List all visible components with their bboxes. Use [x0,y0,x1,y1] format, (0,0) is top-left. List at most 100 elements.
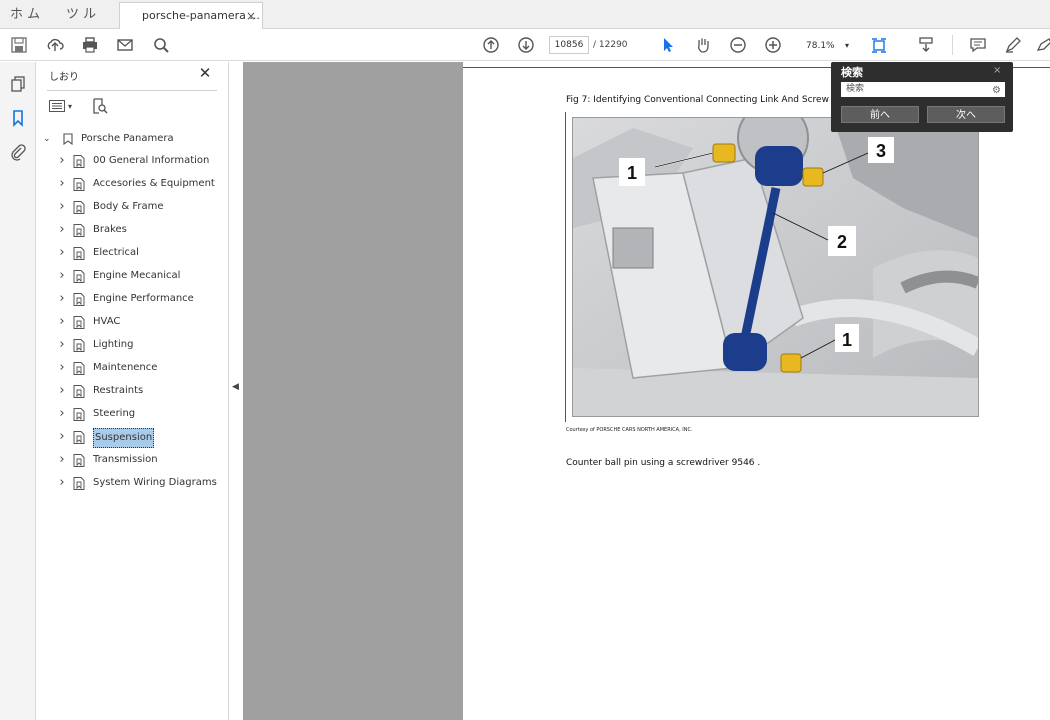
find-previous-button[interactable]: 前へ [841,106,919,123]
page-thumbnails-icon[interactable] [8,74,28,94]
bookmark-item[interactable]: › Steering [57,404,223,424]
find-next-button[interactable]: 次へ [927,106,1005,123]
bookmark-page-icon [73,201,85,214]
chevron-down-icon: ▾ [68,101,73,111]
chevron-right-icon[interactable]: › [57,404,67,424]
bookmark-item[interactable]: › HVAC [57,312,223,332]
bookmark-label: Engine Performance [93,293,194,304]
bookmark-page-icon [73,408,85,421]
page-fit-icon[interactable] [868,34,890,56]
close-icon[interactable]: ✕ [197,64,213,82]
find-input[interactable]: 検索 ⚙ [841,82,1005,97]
tab-tools[interactable]: ツ ル [66,0,96,29]
bookmark-item[interactable]: › Body & Frame [57,197,223,217]
chevron-right-icon[interactable]: › [57,197,67,217]
upload-cloud-icon[interactable] [44,34,66,56]
bookmark-page-icon [73,431,85,444]
bookmark-root-label: Porsche Panamera [81,133,174,144]
print-icon[interactable] [79,34,101,56]
chevron-right-icon[interactable]: › [57,335,67,355]
save-icon[interactable] [8,34,30,56]
gear-icon[interactable]: ⚙ [992,83,1001,98]
bookmark-label: Body & Frame [93,201,164,212]
bookmark-label: Lighting [93,339,134,350]
bookmark-page-icon [73,270,85,283]
collapse-left-icon[interactable]: ◀ [232,382,239,392]
find-bookmark-icon[interactable] [91,97,109,115]
bookmark-icon [63,133,73,145]
chevron-right-icon[interactable]: › [57,266,67,286]
chevron-right-icon[interactable]: › [57,427,67,447]
bookmark-item[interactable]: › Maintenence [57,358,223,378]
bookmark-item[interactable]: › Brakes [57,220,223,240]
find-popup: 検索 × 検索 ⚙ 前へ 次へ [831,62,1013,132]
bookmark-page-icon [73,178,85,191]
bookmark-item[interactable]: › Suspension [57,427,223,448]
bookmark-item[interactable]: › Lighting [57,335,223,355]
panel-title: しおり [49,72,79,83]
previous-page-icon[interactable] [480,34,502,56]
callout-label: 1 [842,330,852,350]
chevron-right-icon[interactable]: › [57,473,67,493]
toolbar: 10856 / 12290 78.1% ▾ [0,29,1050,61]
panel-collapse-handle[interactable]: ◀ [229,62,243,720]
tab-document[interactable]: porsche-panamera ... × [119,2,263,29]
bookmark-page-icon [73,293,85,306]
hand-tool-icon[interactable] [692,34,714,56]
close-icon[interactable]: × [993,65,1001,76]
close-tab-icon[interactable]: × [246,3,256,29]
attachments-icon[interactable] [8,142,28,162]
page-number-input[interactable]: 10856 [549,36,589,54]
zoom-level-select[interactable]: 78.1% ▾ [800,36,854,54]
tab-document-label: porsche-panamera ... [142,9,260,22]
bookmark-root[interactable]: ⌄ Porsche Panamera [43,130,223,148]
chevron-right-icon[interactable]: › [57,174,67,194]
bookmark-label: Maintenence [93,362,158,373]
toolbar-divider [952,35,953,55]
bookmark-page-icon [73,155,85,168]
bookmark-page-icon [73,362,85,375]
email-icon[interactable] [114,34,136,56]
bookmark-item[interactable]: › Transmission [57,450,223,470]
highlight-pen-icon[interactable] [1002,34,1024,56]
chevron-right-icon[interactable]: › [57,450,67,470]
bookmark-options-menu[interactable]: ▾ [49,98,77,114]
find-input-value: 検索 [846,84,865,94]
bookmark-label: Engine Mecanical [93,270,181,281]
bookmark-page-icon [73,339,85,352]
next-page-icon[interactable] [515,34,537,56]
bookmark-item[interactable]: › Restraints [57,381,223,401]
zoom-out-icon[interactable] [727,34,749,56]
sign-icon[interactable] [1033,34,1050,56]
chevron-right-icon[interactable]: › [57,358,67,378]
chevron-right-icon[interactable]: › [57,289,67,309]
tab-home[interactable]: ホ ム [10,0,40,29]
bookmark-item[interactable]: › Engine Performance [57,289,223,309]
callout-label: 2 [837,232,847,252]
bookmarks-icon[interactable] [8,108,28,128]
bookmark-label: Steering [93,408,136,419]
chevron-down-icon[interactable]: ⌄ [43,130,51,148]
comment-icon[interactable] [967,34,989,56]
bookmark-item[interactable]: › 00 General Information [57,151,223,171]
bookmark-label: Suspension [93,428,155,448]
bookmark-item[interactable]: › Electrical [57,243,223,263]
figure-caption: Fig 7: Identifying Conventional Connecti… [566,95,829,105]
tab-bar: ホ ム ツ ル porsche-panamera ... × [0,0,1050,29]
search-icon[interactable] [150,34,172,56]
bookmark-item[interactable]: › Engine Mecanical [57,266,223,286]
scroll-mode-icon[interactable] [915,34,937,56]
bookmark-item[interactable]: › Accesories & Equipment [57,174,223,194]
bookmark-item[interactable]: › System Wiring Diagrams [57,473,223,493]
chevron-right-icon[interactable]: › [57,220,67,240]
chevron-right-icon[interactable]: › [57,243,67,263]
zoom-in-icon[interactable] [762,34,784,56]
select-cursor-icon[interactable] [657,34,679,56]
chevron-right-icon[interactable]: › [57,151,67,171]
chevron-right-icon[interactable]: › [57,381,67,401]
bookmark-page-icon [73,224,85,237]
navigation-rail [0,62,36,720]
document-viewport[interactable]: Fig 7: Identifying Conventional Connecti… [243,62,1050,720]
page-total: / 12290 [593,40,628,50]
chevron-right-icon[interactable]: › [57,312,67,332]
